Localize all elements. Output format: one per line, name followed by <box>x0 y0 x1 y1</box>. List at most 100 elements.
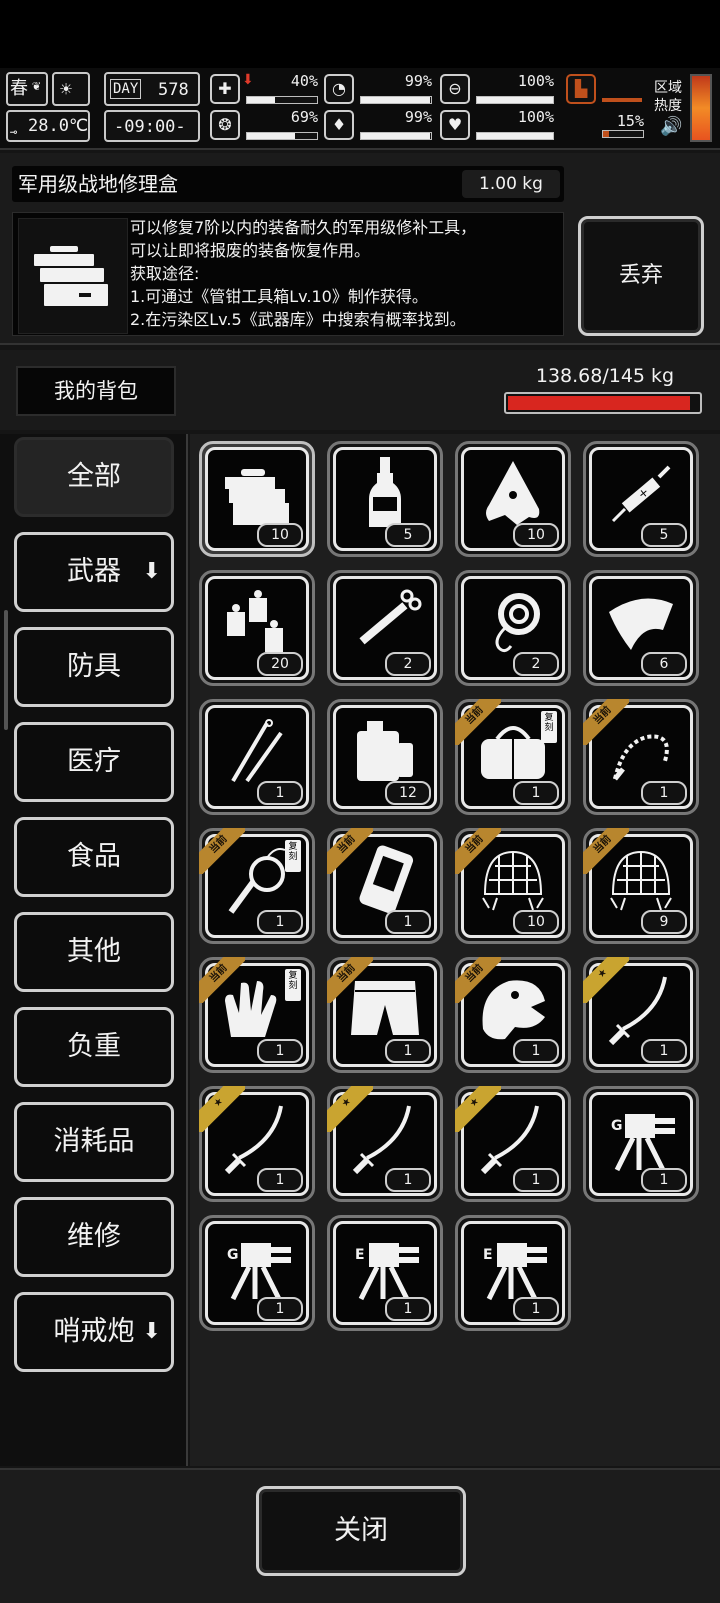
item-slot[interactable]: 10 <box>199 441 315 557</box>
capacity-bar <box>504 392 702 414</box>
scissors-syringe-icon <box>359 589 422 645</box>
category-tab-3[interactable]: 医疗 <box>14 722 174 802</box>
item-slot[interactable]: 1 <box>199 699 315 815</box>
item-slot[interactable]: 1 当前 复刻 <box>199 957 315 1073</box>
close-button[interactable]: 关闭 <box>256 1486 466 1576</box>
ribbon-text: 当前 <box>327 828 373 874</box>
item-slot[interactable]: E1 <box>327 1215 443 1331</box>
sidebar-scrollbar[interactable] <box>4 610 8 730</box>
item-count: 6 <box>641 652 687 676</box>
syringe-icon: + <box>611 465 671 523</box>
area-heat-label-2: 热度 <box>654 98 682 114</box>
item-slot[interactable]: 1 当前 <box>583 699 699 815</box>
item-slot[interactable]: 1 ★ <box>327 1086 443 1202</box>
category-tab-4[interactable]: 食品 <box>14 817 174 897</box>
item-count: 5 <box>641 523 687 547</box>
item-slot[interactable]: 2 <box>455 570 571 686</box>
current-ribbon: 当前 <box>583 699 629 745</box>
svg-text:G: G <box>611 1118 623 1134</box>
item-slot[interactable]: 1 ★ <box>455 1086 571 1202</box>
item-slot[interactable]: 1 当前 复刻 <box>199 828 315 944</box>
boot-bar <box>602 130 644 138</box>
day-label: DAY <box>110 79 142 99</box>
item-slot[interactable]: 1 ★ <box>199 1086 315 1202</box>
item-count: 10 <box>513 910 559 934</box>
item-count: 1 <box>641 1039 687 1063</box>
system-status-bar <box>0 0 720 68</box>
item-count: 10 <box>257 523 303 547</box>
boot-line <box>602 98 642 102</box>
category-label: 医疗 <box>67 746 121 777</box>
item-slot[interactable]: 2 <box>327 570 443 686</box>
item-count: 1 <box>257 781 303 805</box>
stomach-icon: ◔ <box>324 74 354 104</box>
category-tab-6[interactable]: 负重 <box>14 1007 174 1087</box>
item-slot[interactable]: E1 <box>455 1215 571 1331</box>
item-count: 1 <box>513 1168 559 1192</box>
category-tab-2[interactable]: 防具 <box>14 627 174 707</box>
sentry-turret-e-icon: E <box>355 1243 419 1301</box>
item-count: 12 <box>385 781 431 805</box>
item-slot[interactable]: 1 当前 复刻 <box>455 699 571 815</box>
expand-arrow-icon: ⬇ <box>142 1319 161 1344</box>
item-slot[interactable]: +5 <box>583 441 699 557</box>
health-stat: ✚ ⬇ 40% <box>210 72 318 106</box>
copy-tag: 复刻 <box>285 969 301 1001</box>
item-slot[interactable]: 1 当前 <box>327 828 443 944</box>
item-slot[interactable]: 9 当前 <box>583 828 699 944</box>
category-label: 防具 <box>67 651 121 682</box>
day-value: 578 <box>158 80 189 100</box>
stamina-pct: 69% <box>290 108 318 126</box>
mood-bar <box>476 132 554 140</box>
brain-icon: ❂ <box>210 110 240 140</box>
item-count: 1 <box>257 1297 303 1321</box>
day-counter: DAY 578 <box>104 72 200 106</box>
star-ribbon-icon: ★ <box>327 1086 373 1132</box>
speaker-icon[interactable]: 🔊 <box>660 116 682 137</box>
health-bar <box>246 96 318 104</box>
item-count: 9 <box>641 910 687 934</box>
category-label: 全部 <box>67 461 121 492</box>
current-ribbon: 当前 <box>455 699 501 745</box>
category-label: 负重 <box>67 1031 121 1062</box>
item-slot[interactable]: G1 <box>199 1215 315 1331</box>
energy-capsule-icon: ⊖ <box>440 74 470 104</box>
hunger-stat: ◔ 99% <box>324 72 432 106</box>
heat-gauge <box>690 74 712 142</box>
current-ribbon: 当前 <box>583 828 629 874</box>
item-slot[interactable]: 6 <box>583 570 699 686</box>
category-tab-1[interactable]: 武器 ⬇ <box>14 532 174 612</box>
backpack-title: 我的背包 <box>16 366 176 416</box>
category-tab-8[interactable]: 维修 <box>14 1197 174 1277</box>
health-pct: 40% <box>290 72 318 90</box>
item-slot[interactable]: 1 ★ <box>583 957 699 1073</box>
item-slot[interactable]: 10 <box>455 441 571 557</box>
category-tab-5[interactable]: 其他 <box>14 912 174 992</box>
thermometer-icon: ⊸ <box>10 125 18 139</box>
fabric-piece-icon <box>609 598 673 650</box>
item-slot[interactable]: G1 <box>583 1086 699 1202</box>
item-slot[interactable]: 20 <box>199 570 315 686</box>
category-tab-0[interactable]: 全部 <box>14 437 174 517</box>
category-tab-9[interactable]: 哨戒炮 ⬇ <box>14 1292 174 1372</box>
stamina-bar <box>246 132 318 140</box>
discard-button[interactable]: 丢弃 <box>578 216 704 336</box>
category-label: 维修 <box>67 1221 121 1252</box>
item-count: 1 <box>385 1168 431 1192</box>
boot-pct: 15% <box>616 112 644 130</box>
item-slot[interactable]: 5 <box>327 441 443 557</box>
item-count: 1 <box>513 1297 559 1321</box>
item-slot[interactable]: 1 当前 <box>327 957 443 1073</box>
item-weight: 1.00 kg <box>462 170 560 198</box>
item-slot[interactable]: 1 当前 <box>455 957 571 1073</box>
ribbon-text: 当前 <box>583 828 629 874</box>
item-name: 军用级战地修理盒 <box>18 172 178 196</box>
star-ribbon-icon: ★ <box>199 1086 245 1132</box>
item-slot[interactable]: 10 当前 <box>455 828 571 944</box>
temperature-display: ⊸ 28.0℃ <box>6 110 90 142</box>
ribbon-text: 当前 <box>455 828 501 874</box>
category-tab-7[interactable]: 消耗品 <box>14 1102 174 1182</box>
item-count: 1 <box>257 1168 303 1192</box>
item-slot[interactable]: 12 <box>327 699 443 815</box>
energy-stat: ⊖ 100% <box>440 72 554 106</box>
